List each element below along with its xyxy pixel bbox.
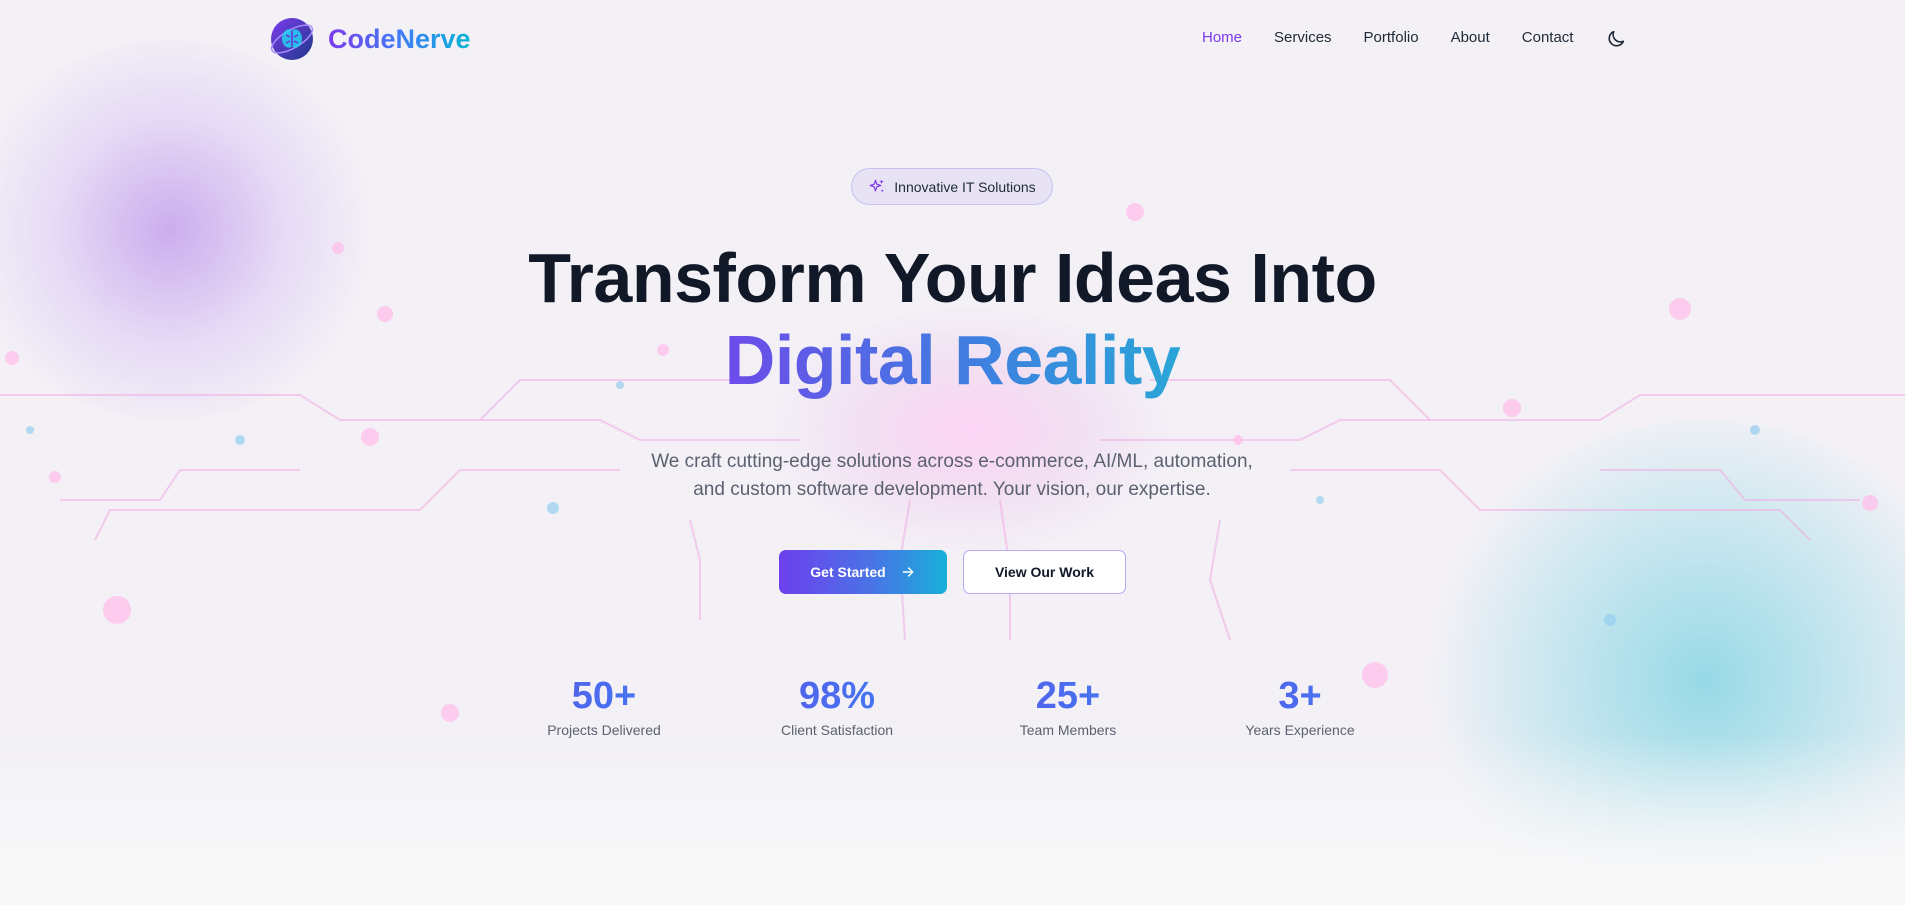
hero-subtitle-line2: and custom software development. Your vi…: [693, 479, 1211, 500]
hero-subtitle-line1: We craft cutting-edge solutions across e…: [651, 451, 1253, 472]
stat-value: 50+: [504, 672, 704, 720]
brand-logo[interactable]: CodeNerve: [268, 15, 471, 63]
view-our-work-button[interactable]: View Our Work: [963, 550, 1126, 594]
brand-name: CodeNerve: [328, 23, 471, 54]
stat-label: Projects Delivered: [547, 722, 661, 738]
hero-badge-label: Innovative IT Solutions: [894, 178, 1036, 195]
nav-item-about[interactable]: About: [1451, 29, 1490, 46]
stat-team: 25+ Team Members: [968, 672, 1168, 738]
stat-value: 3+: [1200, 672, 1400, 720]
hero-title-gradient-text: Digital Reality: [724, 321, 1181, 399]
view-our-work-label: View Our Work: [994, 564, 1095, 580]
get-started-label: Get Started: [810, 564, 886, 580]
stat-value: 25+: [968, 672, 1168, 720]
moon-icon: [1608, 30, 1625, 47]
theme-toggle-button[interactable]: [1605, 28, 1627, 50]
main-nav: Home Services Portfolio About Contact: [1202, 29, 1573, 46]
nav-item-contact[interactable]: Contact: [1522, 29, 1574, 46]
nav-item-services[interactable]: Services: [1274, 29, 1332, 46]
get-started-button[interactable]: Get Started: [779, 550, 947, 594]
hero-title-line2: Digital Reality: [0, 318, 1905, 402]
stat-satisfaction: 98% Client Satisfaction: [737, 672, 937, 738]
stat-value: 98%: [737, 672, 937, 720]
stat-experience: 3+ Years Experience: [1200, 672, 1400, 738]
stat-label: Years Experience: [1245, 722, 1355, 738]
nav-item-home[interactable]: Home: [1202, 29, 1242, 46]
nav-item-portfolio[interactable]: Portfolio: [1364, 29, 1419, 46]
brain-globe-icon: [270, 18, 314, 60]
stat-label: Team Members: [1019, 722, 1117, 738]
arrow-right-icon: [902, 567, 914, 577]
cyan-glow-blob: [1425, 420, 1905, 905]
hero-title-line1: Transform Your Ideas Into: [528, 239, 1377, 317]
stat-projects: 50+ Projects Delivered: [504, 672, 704, 738]
sparkles-icon: [869, 179, 885, 192]
stat-label: Client Satisfaction: [780, 722, 894, 738]
hero-subtitle: We craft cutting-edge solutions across e…: [602, 448, 1302, 504]
bottom-fade: [0, 735, 1905, 905]
hero-badge: Innovative IT Solutions: [851, 168, 1053, 205]
site-header: CodeNerve Home Services Portfolio About …: [0, 0, 1905, 78]
